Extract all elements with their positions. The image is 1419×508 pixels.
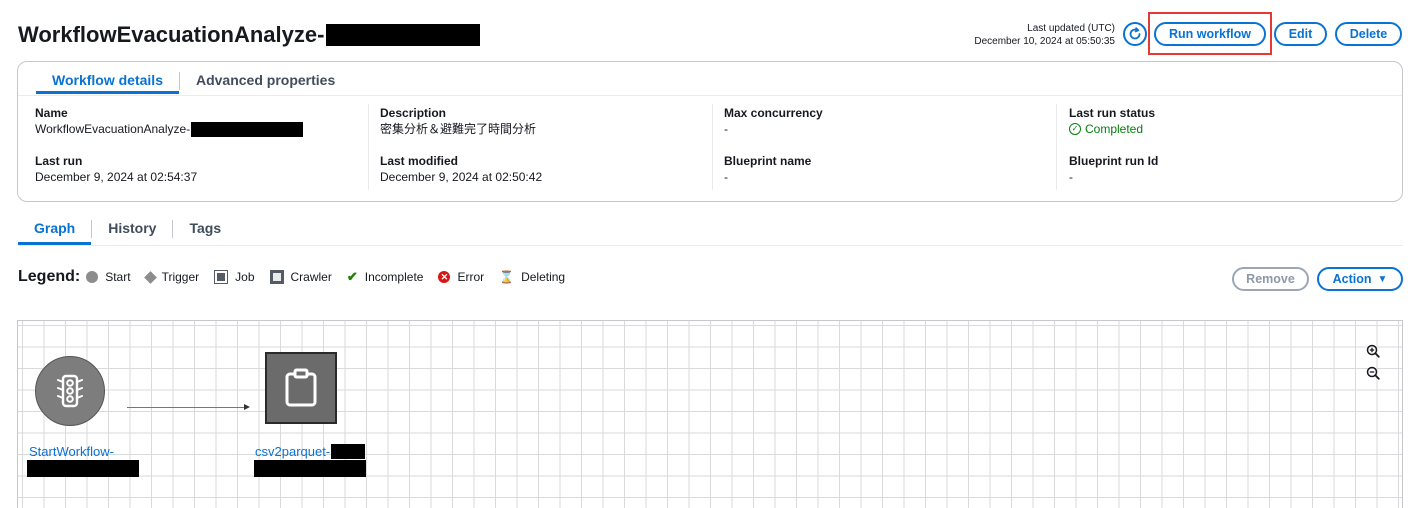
last-updated-value: December 10, 2024 at 05:50:35 (974, 36, 1115, 47)
field-last-modified: Last modified December 9, 2024 at 02:50:… (380, 153, 542, 185)
action-label: Action (1332, 272, 1372, 286)
tabs-divider (18, 95, 1402, 96)
trigger-node-link[interactable]: StartWorkflow- (29, 444, 114, 459)
zoom-out-button[interactable] (1366, 366, 1380, 385)
tab-workflow-details[interactable]: Workflow details (36, 70, 179, 94)
tab-tags[interactable]: Tags (173, 219, 237, 245)
tab-history[interactable]: History (92, 219, 172, 245)
last-updated: Last updated (UTC) December 10, 2024 at … (940, 22, 1115, 48)
legend-item-incomplete: ✔ Incomplete (347, 269, 424, 285)
legend-item-deleting: ⌛ Deleting (499, 270, 565, 284)
redacted-block (191, 121, 304, 137)
last-updated-label: Last updated (UTC) (1027, 23, 1115, 34)
legend-title: Legend: (18, 268, 81, 285)
field-label: Last run (35, 154, 83, 168)
legend-label: Start (105, 270, 131, 284)
status-text: Completed (1085, 122, 1144, 136)
legend-item-start: Start (86, 270, 131, 284)
crawler-icon (269, 270, 284, 284)
field-blueprint-name: Blueprint name - (724, 153, 811, 185)
field-value: December 9, 2024 at 02:50:42 (380, 170, 543, 184)
field-value: - (724, 122, 728, 136)
field-label: Max concurrency (724, 106, 823, 120)
hourglass-icon: ⌛ (499, 270, 515, 284)
workflow-details-panel: Workflow details Advanced properties Nam… (17, 61, 1403, 202)
field-name: Name WorkflowEvacuationAnalyze- (35, 105, 304, 137)
legend-label: Job (235, 270, 255, 284)
field-last-run-status: Last run status ✓ Completed (1069, 105, 1155, 137)
tab-graph[interactable]: Graph (18, 219, 92, 245)
field-value: - (724, 170, 728, 184)
graph-tabs: Graph History Tags (18, 219, 237, 245)
edit-button[interactable]: Edit (1274, 22, 1327, 46)
remove-button[interactable]: Remove (1232, 267, 1309, 291)
trigger-node-label: StartWorkflow- (29, 444, 114, 459)
field-label: Last modified (380, 154, 459, 168)
job-node-link[interactable]: csv2parquet- (255, 444, 366, 459)
field-max-concurrency: Max concurrency - (724, 105, 823, 137)
run-workflow-button[interactable]: Run workflow (1154, 22, 1266, 46)
graph-edge (127, 407, 248, 408)
field-description: Description 密集分析＆避難完了時間分析 (380, 105, 536, 137)
column-divider (368, 104, 369, 190)
job-node-label: csv2parquet- (255, 444, 331, 459)
legend-label: Incomplete (364, 270, 424, 284)
field-value: WorkflowEvacuationAnalyze- (35, 121, 304, 137)
legend-item-trigger: Trigger (143, 270, 200, 284)
legend-item-crawler: Crawler (269, 270, 332, 284)
caret-down-icon: ▼ (1377, 273, 1388, 285)
job-icon (214, 270, 229, 284)
job-node[interactable] (265, 352, 337, 424)
workflow-graph-canvas[interactable]: StartWorkflow- csv2parquet- (17, 320, 1403, 508)
field-value: 密集分析＆避難完了時間分析 (380, 122, 537, 136)
tab-advanced-properties[interactable]: Advanced properties (180, 70, 351, 94)
redacted-block (331, 444, 366, 459)
redacted-block (254, 460, 366, 477)
check-circle-icon: ✓ (1069, 123, 1081, 135)
field-last-run: Last run December 9, 2024 at 02:54:37 (35, 153, 197, 185)
action-dropdown[interactable]: Action ▼ (1317, 267, 1403, 291)
legend-item-job: Job (214, 270, 255, 284)
field-value: - (1069, 170, 1073, 184)
zoom-in-button[interactable] (1366, 344, 1380, 363)
zoom-in-icon (1366, 344, 1380, 358)
column-divider (712, 104, 713, 190)
field-label: Name (35, 106, 68, 120)
refresh-button[interactable] (1123, 22, 1147, 46)
arrow-head-icon (244, 404, 250, 410)
column-divider (1056, 104, 1057, 190)
field-label: Blueprint name (724, 154, 812, 168)
legend-label: Trigger (161, 270, 200, 284)
zoom-out-icon (1366, 366, 1380, 380)
workflow-name-value: WorkflowEvacuationAnalyze- (35, 122, 191, 136)
clipboard-icon (285, 368, 317, 407)
start-icon (86, 271, 99, 283)
legend-item-error: ✕ Error (438, 270, 484, 284)
field-value: December 9, 2024 at 02:54:37 (35, 170, 198, 184)
legend-label: Crawler (290, 270, 332, 284)
field-blueprint-run-id: Blueprint run Id - (1069, 153, 1158, 185)
checkmark-icon: ✔ (346, 269, 358, 284)
page-title-text: WorkflowEvacuationAnalyze- (18, 22, 325, 47)
error-icon: ✕ (438, 271, 451, 283)
status-badge: ✓ Completed (1069, 121, 1155, 137)
legend-label: Deleting (521, 270, 566, 284)
field-label: Last run status (1069, 106, 1156, 120)
trigger-icon (143, 270, 157, 284)
details-tabs: Workflow details Advanced properties (36, 70, 351, 96)
tabs-divider (18, 245, 1403, 246)
traffic-light-icon (57, 374, 83, 408)
redacted-block (27, 460, 139, 477)
field-label: Description (380, 106, 447, 120)
redacted-block (326, 24, 481, 46)
refresh-icon (1129, 27, 1141, 40)
page-title: WorkflowEvacuationAnalyze- (18, 22, 481, 48)
legend-label: Error (457, 270, 485, 284)
trigger-node[interactable] (35, 356, 105, 426)
graph-legend: Legend: Start Trigger Job Crawler ✔ Inco… (18, 268, 580, 286)
field-label: Blueprint run Id (1069, 154, 1159, 168)
delete-button[interactable]: Delete (1335, 22, 1402, 46)
